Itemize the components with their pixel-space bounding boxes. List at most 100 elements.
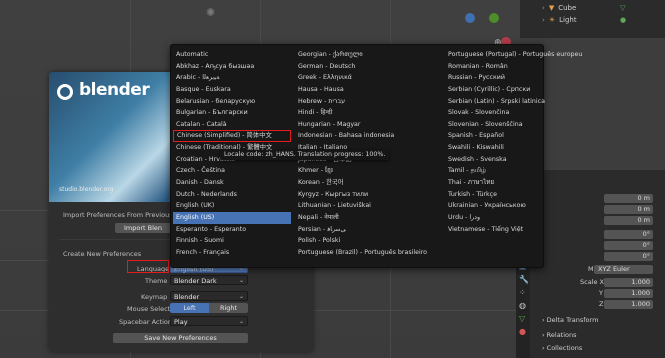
language-option[interactable]: Tamil - தமிழ் bbox=[445, 165, 541, 177]
object-data-icon[interactable]: ▽ bbox=[519, 314, 530, 323]
location-y-field[interactable]: 0 m bbox=[604, 205, 653, 214]
theme-select[interactable]: Blender Dark ⌄ bbox=[170, 275, 248, 285]
language-option[interactable]: Polish - Polski bbox=[295, 235, 441, 247]
language-option[interactable]: Serbian (Latin) - Srpski latinica bbox=[445, 96, 545, 108]
save-new-preferences-button[interactable]: Save New Preferences bbox=[113, 333, 248, 343]
delta-transform-section[interactable]: › Delta Transform bbox=[542, 316, 598, 324]
modifier-icon: ▽ bbox=[620, 4, 626, 12]
language-option[interactable]: Swahili - Kiswahili bbox=[445, 142, 541, 154]
blender-logo-text: blender bbox=[79, 80, 150, 100]
language-option[interactable]: Kyrgyz - Кыргыз тили bbox=[295, 189, 441, 201]
scale-z-label: Z bbox=[599, 300, 604, 308]
language-option[interactable]: Persian - ﯽﺳﺭﺎﻓ bbox=[295, 224, 441, 236]
outliner-item-cube[interactable]: › ▼ Cube ▽ bbox=[542, 3, 625, 13]
language-option[interactable]: Portuguese (Portugal) - Português europe… bbox=[445, 49, 582, 61]
rotation-z-field[interactable]: 0° bbox=[604, 252, 653, 261]
language-tooltip: Locale code: zh_HANS. Translation progre… bbox=[220, 150, 390, 160]
light-object-icon: ☀ bbox=[548, 16, 556, 24]
mouse-select-right-button[interactable]: Right bbox=[209, 303, 248, 313]
scale-y-field[interactable]: 1.000 bbox=[604, 289, 653, 298]
mouse-select-label: Mouse Select bbox=[127, 305, 171, 313]
expand-arrow-icon[interactable]: › bbox=[542, 16, 545, 24]
language-option[interactable]: Urdu - ﻭﺩﺭﺍ bbox=[445, 212, 541, 224]
blender-logo-icon bbox=[57, 84, 73, 100]
language-option[interactable]: Dutch - Nederlands bbox=[173, 189, 291, 201]
modifier-properties-icon[interactable]: 🔧 bbox=[519, 275, 530, 284]
language-option[interactable]: Ukrainian - Українською bbox=[445, 200, 541, 212]
language-option[interactable]: Russian - Русский bbox=[445, 72, 541, 84]
language-option[interactable]: Slovenian - Slovenščina bbox=[445, 119, 541, 131]
language-label-highlight bbox=[127, 260, 169, 273]
spacebar-action-select[interactable]: Play ⌄ bbox=[170, 316, 248, 326]
language-option[interactable]: Finnish - Suomi bbox=[173, 235, 291, 247]
theme-label: Theme bbox=[145, 277, 168, 285]
language-option[interactable]: Bulgarian - Български bbox=[173, 107, 291, 119]
relations-section[interactable]: › Relations bbox=[542, 331, 577, 339]
language-option[interactable]: Lithuanian - Lietuviškai bbox=[295, 200, 441, 212]
language-option[interactable]: Abkhaz - Аҧсуа бызшәа bbox=[173, 61, 291, 73]
chevron-down-icon: ⌄ bbox=[238, 293, 244, 300]
scale-z-field[interactable]: 1.000 bbox=[604, 300, 653, 309]
particles-icon[interactable]: ⁘ bbox=[519, 288, 530, 297]
language-option[interactable]: German - Deutsch bbox=[295, 61, 441, 73]
collections-section[interactable]: › Collections bbox=[542, 344, 582, 352]
language-option[interactable]: Hausa - Hausa bbox=[295, 84, 441, 96]
location-z-field[interactable]: 0 m bbox=[604, 216, 653, 225]
language-option[interactable]: Belarusian - беларускую bbox=[173, 96, 291, 108]
language-option[interactable]: Hebrew - עברית bbox=[295, 96, 441, 108]
language-option[interactable]: Serbian (Cyrillic) - Српски bbox=[445, 84, 541, 96]
light-data-icon: ● bbox=[620, 16, 627, 24]
language-option[interactable]: Portuguese (Brazil) - Português brasilei… bbox=[295, 247, 441, 259]
language-option[interactable]: Catalan - Català bbox=[173, 119, 291, 131]
language-option[interactable]: English (UK) bbox=[173, 200, 291, 212]
language-option[interactable]: Georgian - ქართული bbox=[295, 49, 441, 61]
spacebar-action-label: Spacebar Action bbox=[119, 318, 173, 326]
location-x-field[interactable]: 0 m bbox=[604, 194, 653, 203]
language-option[interactable]: Khmer - ខ្មែរ bbox=[295, 165, 441, 177]
language-option[interactable]: Indonesian - Bahasa indonesia bbox=[295, 130, 441, 142]
new-preferences-heading: Create New Preferences bbox=[63, 250, 142, 258]
scale-x-field[interactable]: 1.000 bbox=[604, 278, 653, 287]
rotation-mode-select[interactable]: XYZ Euler bbox=[594, 265, 653, 274]
mouse-select-left-button[interactable]: Left bbox=[170, 303, 209, 313]
language-option[interactable]: Esperanto - Esperanto bbox=[173, 224, 291, 236]
rotation-x-field[interactable]: 0° bbox=[604, 230, 653, 239]
import-preferences-button[interactable]: Import Blen bbox=[115, 223, 171, 233]
sun-light-icon[interactable]: ✺ bbox=[206, 6, 215, 19]
language-option[interactable]: Korean - 한국어 bbox=[295, 177, 441, 189]
language-option[interactable]: English (US) bbox=[173, 211, 291, 224]
language-option[interactable]: Slovak - Slovenčina bbox=[445, 107, 541, 119]
outliner-item-light[interactable]: › ☀ Light ● bbox=[542, 15, 626, 25]
language-option[interactable]: Romanian - Român bbox=[445, 61, 541, 73]
scale-x-label: Scale X bbox=[580, 278, 605, 286]
language-option[interactable]: Basque - Euskara bbox=[173, 84, 291, 96]
language-option[interactable]: Danish - Dansk bbox=[173, 177, 291, 189]
language-option[interactable]: Swedish - Svenska bbox=[445, 154, 541, 166]
language-option[interactable]: Hungarian - Magyar bbox=[295, 119, 441, 131]
physics-icon[interactable]: ◍ bbox=[519, 301, 530, 310]
keymap-label: Keymap bbox=[141, 293, 168, 301]
expand-arrow-icon[interactable]: › bbox=[542, 4, 545, 12]
properties-tab-bar: ▣ 🔧 ⁘ ◍ ▽ ● bbox=[516, 260, 530, 358]
language-option[interactable]: Greek - Ελληνικά bbox=[295, 72, 441, 84]
chevron-down-icon: ⌄ bbox=[238, 318, 244, 325]
language-option[interactable]: Czech - Čeština bbox=[173, 165, 291, 177]
language-option[interactable]: Hindi - हिन्दी bbox=[295, 107, 441, 119]
gizmo-y-axis[interactable] bbox=[489, 13, 499, 23]
language-option[interactable]: Automatic bbox=[173, 49, 291, 61]
gizmo-z-axis[interactable] bbox=[465, 13, 475, 23]
chevron-down-icon: ⌄ bbox=[238, 277, 244, 284]
splash-credit[interactable]: studio.blender.org bbox=[59, 186, 113, 193]
language-option[interactable]: Vietnamese - Tiếng Việt bbox=[445, 224, 541, 236]
keymap-select[interactable]: Blender ⌄ bbox=[170, 291, 248, 301]
import-heading: Import Preferences From Previous Ve bbox=[63, 211, 183, 219]
language-option[interactable]: Arabic - ﺔﻴﺑﺮﻌﻟﺍ bbox=[173, 72, 291, 84]
language-option[interactable]: Thai - ภาษาไทย bbox=[445, 177, 541, 189]
language-option[interactable]: Chinese (Simplified) - 简体中文 bbox=[173, 130, 291, 143]
material-icon[interactable]: ● bbox=[519, 327, 530, 336]
rotation-y-field[interactable]: 0° bbox=[604, 241, 653, 250]
language-option[interactable]: Spanish - Español bbox=[445, 130, 541, 142]
language-option[interactable]: Nepali - नेपाली bbox=[295, 212, 441, 224]
language-option[interactable]: French - Français bbox=[173, 247, 291, 259]
language-option[interactable]: Turkish - Türkçe bbox=[445, 189, 541, 201]
